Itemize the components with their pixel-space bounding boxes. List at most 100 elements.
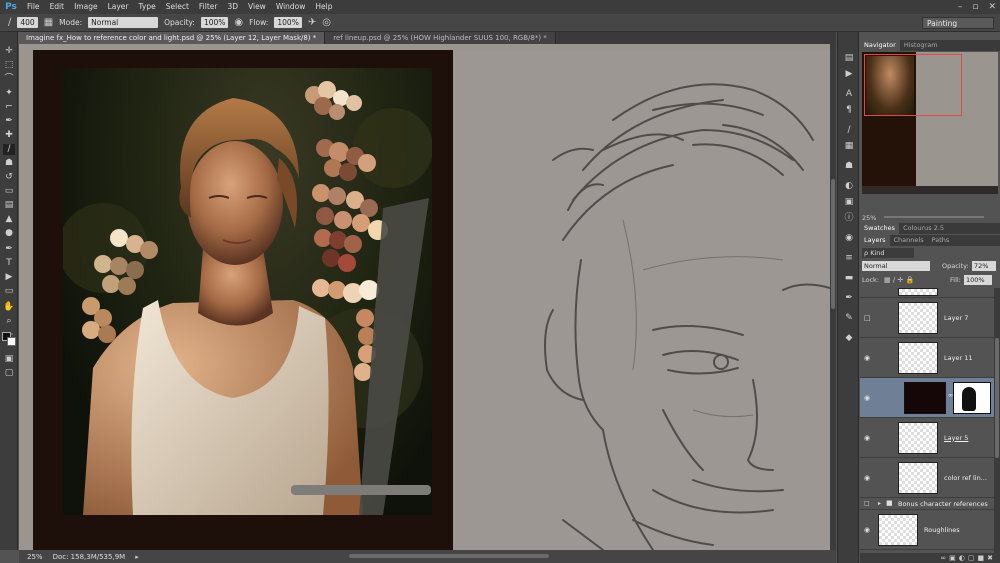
horizontal-scrollbar-thumb[interactable] — [349, 554, 549, 558]
workspace-select[interactable]: Painting — [922, 17, 994, 29]
crop-tool-icon[interactable]: ⌐ — [3, 102, 15, 113]
layer-group-name[interactable]: Bonus character references — [898, 500, 988, 508]
menu-layer[interactable]: Layer — [103, 0, 134, 14]
eye-icon[interactable]: ◉ — [864, 354, 872, 362]
blur-tool-icon[interactable]: ▲ — [3, 214, 15, 225]
opacity-field[interactable]: 100% — [200, 17, 229, 28]
layer-mask-thumbnail[interactable] — [953, 382, 991, 414]
shape-tool-icon[interactable]: ▭ — [3, 286, 15, 297]
move-tool-icon[interactable]: ✛ — [3, 46, 15, 57]
layers-footer-icons[interactable]: ∞▣◐▢■✖ — [860, 553, 1000, 563]
eye-icon[interactable]: ◉ — [864, 526, 872, 534]
gradient-tool-icon[interactable]: ▤ — [3, 200, 15, 211]
tab-channels[interactable]: Channels — [890, 235, 928, 246]
screen-mode-icon[interactable]: ▢ — [3, 368, 15, 379]
maximize-button[interactable]: ▫ — [972, 0, 978, 14]
mode-select[interactable]: Normal — [88, 17, 159, 28]
eraser-tool-icon[interactable]: ▭ — [3, 186, 15, 197]
color-panel-icon[interactable]: ◉ — [843, 232, 855, 244]
zoom-tool-icon[interactable]: ⌕ — [3, 316, 15, 327]
lock-icons[interactable]: ▦ ∕ ✛ 🔒 — [884, 275, 914, 285]
layer-group-bonus[interactable]: □ ▸ ■ Bonus character references — [860, 498, 994, 510]
nav-zoom-slider[interactable] — [884, 216, 984, 218]
marquee-tool-icon[interactable]: ⬚ — [3, 60, 15, 71]
layer-row-roughlines[interactable]: ◉ Roughlines — [860, 510, 994, 550]
healing-brush-icon[interactable]: ✚ — [3, 130, 15, 141]
visibility-toggle-icon[interactable]: □ — [864, 500, 870, 507]
adjustments-icon[interactable]: ◐ — [843, 180, 855, 192]
status-arrow-icon[interactable]: ▸ — [135, 553, 139, 561]
menu-select[interactable]: Select — [161, 0, 194, 14]
pen-tool-icon[interactable]: ✒ — [3, 244, 15, 255]
tab-paths[interactable]: Paths — [928, 235, 954, 246]
tab-navigator[interactable]: Navigator — [860, 40, 900, 51]
menu-file[interactable]: File — [22, 0, 45, 14]
layer-row-layer-7[interactable]: □ Layer 7 — [860, 298, 994, 338]
hand-tool-icon[interactable]: ✋ — [3, 302, 15, 313]
minimize-button[interactable]: – — [958, 0, 963, 14]
vertical-scrollbar[interactable] — [830, 44, 836, 550]
layers-scrollbar[interactable] — [994, 288, 1000, 558]
type-tool-icon[interactable]: T — [3, 258, 15, 269]
dodge-tool-icon[interactable]: ● — [3, 228, 15, 239]
navigator-preview[interactable] — [862, 52, 998, 194]
layer-name[interactable]: Layer 7 — [944, 313, 968, 323]
flow-field[interactable]: 100% — [274, 17, 302, 28]
pressure-size-icon[interactable]: ◎ — [322, 17, 331, 28]
clone-stamp-icon[interactable]: ☗ — [3, 158, 15, 169]
tab-ref-lineup[interactable]: ref lineup.psd @ 25% (HOW Highlander SUU… — [325, 32, 556, 44]
eye-icon[interactable]: ◉ — [864, 394, 872, 402]
document-canvas[interactable] — [19, 44, 830, 550]
visibility-toggle-icon[interactable]: □ — [864, 314, 872, 322]
layer-row-color-ref[interactable]: ◉ color ref lin... — [860, 458, 994, 498]
layer-name[interactable]: Layer 5 — [944, 433, 968, 443]
layer-opacity-field[interactable]: 72% — [972, 261, 996, 271]
paragraph-panel-icon[interactable]: ¶ — [843, 104, 855, 116]
character-panel-icon[interactable]: A — [843, 88, 855, 100]
layer-name[interactable]: color ref lin... — [944, 473, 987, 483]
vertical-scrollbar-thumb[interactable] — [831, 179, 835, 309]
timeline-panel-icon[interactable]: ▬ — [843, 272, 855, 284]
clone-source-icon[interactable]: ☗ — [843, 160, 855, 172]
brush-size-picker[interactable]: 400 — [17, 17, 38, 28]
menu-image[interactable]: Image — [69, 0, 103, 14]
layer-row-layer-11[interactable]: ◉ Layer 11 — [860, 338, 994, 378]
menu-3d[interactable]: 3D — [222, 0, 243, 14]
brush-tool-icon[interactable]: ∕ — [8, 17, 11, 28]
layer-name[interactable]: Roughlines — [924, 525, 960, 535]
styles-icon[interactable]: ▣ — [843, 196, 855, 208]
layers-scrollbar-thumb[interactable] — [995, 338, 999, 458]
3d-panel-icon[interactable]: ◆ — [843, 332, 855, 344]
nav-view-frame[interactable] — [864, 54, 962, 116]
eye-icon[interactable]: ◉ — [864, 434, 872, 442]
eye-icon[interactable]: ◉ — [864, 474, 872, 482]
layer-row-layer-5[interactable]: ◉ Layer 5 — [860, 418, 994, 458]
brush-panel-icon[interactable]: ▦ — [843, 140, 855, 152]
brush-panel-icon[interactable]: ▦ — [44, 17, 53, 28]
info-panel-icon[interactable]: ⓘ — [843, 212, 855, 224]
layer-name[interactable]: Layer 11 — [944, 353, 972, 363]
nav-zoom-readout[interactable]: 25% — [860, 213, 1000, 223]
fill-field[interactable]: 100% — [964, 275, 992, 285]
eyedropper-tool-icon[interactable]: ✒ — [3, 116, 15, 127]
tab-layers[interactable]: Layers — [860, 235, 890, 246]
history-panel-icon[interactable]: ▤ — [843, 52, 855, 64]
tab-imagine-fx[interactable]: Imagine fx_How to reference color and li… — [18, 32, 326, 44]
menu-window[interactable]: Window — [271, 0, 311, 14]
tab-histogram[interactable]: Histogram — [900, 40, 942, 51]
close-button[interactable]: ✕ — [988, 0, 996, 14]
quick-mask-icon[interactable]: ▣ — [3, 354, 15, 365]
menu-filter[interactable]: Filter — [194, 0, 223, 14]
blend-mode-select[interactable]: Normal — [862, 261, 930, 271]
brush-presets-icon[interactable]: ∕ — [843, 124, 855, 136]
notes-panel-icon[interactable]: ✎ — [843, 312, 855, 324]
history-brush-icon[interactable]: ↺ — [3, 172, 15, 183]
airbrush-icon[interactable]: ✈ — [308, 17, 316, 28]
properties-panel-icon[interactable]: ≡ — [843, 252, 855, 264]
tab-swatches[interactable]: Swatches — [860, 223, 900, 234]
lasso-tool-icon[interactable]: ⌒ — [3, 74, 15, 85]
tab-colourus[interactable]: Colourus 2.5 — [899, 223, 948, 234]
expand-arrow-icon[interactable]: ▸ — [878, 500, 881, 507]
brush-tool-icon[interactable]: ∕ — [3, 144, 15, 155]
magic-wand-icon[interactable]: ✦ — [3, 88, 15, 99]
